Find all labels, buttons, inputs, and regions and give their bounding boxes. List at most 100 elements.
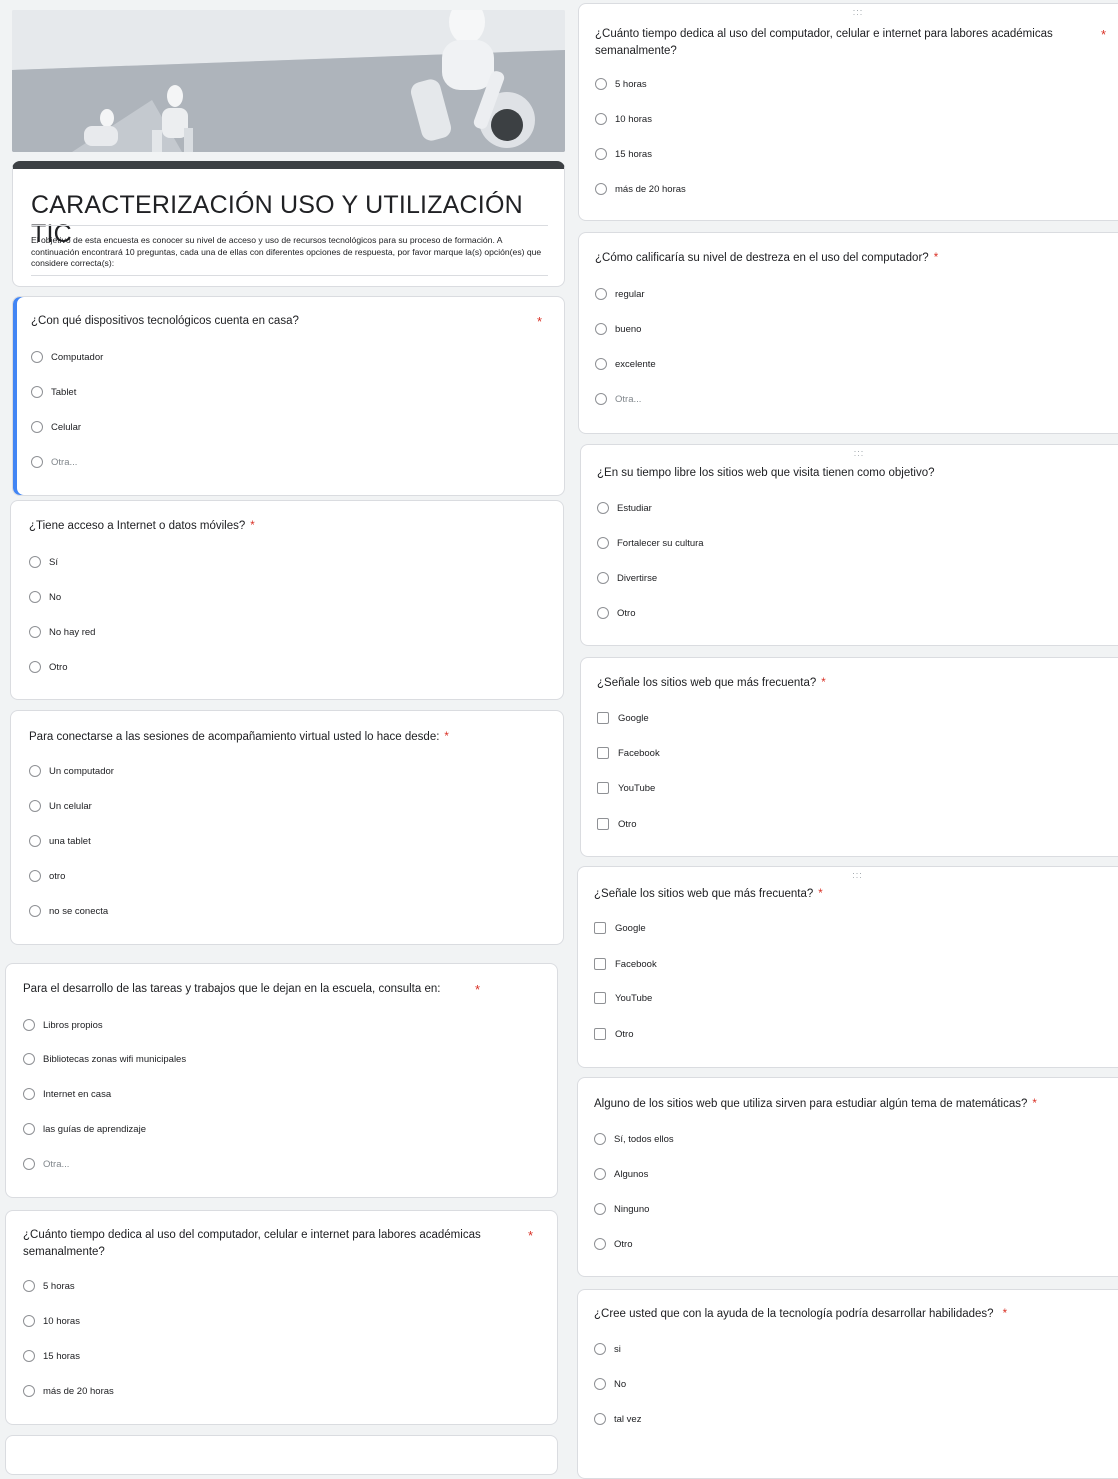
option-mas-20-horas[interactable]: más de 20 horas: [23, 1383, 114, 1399]
option-excelente[interactable]: excelente: [595, 356, 656, 372]
question-card-free-time[interactable]: ::: ¿En su tiempo libre los sitios web q…: [580, 444, 1118, 646]
radio-icon[interactable]: [595, 323, 607, 335]
radio-icon[interactable]: [595, 78, 607, 90]
option-15-horas[interactable]: 15 horas: [23, 1348, 80, 1364]
checkbox-icon[interactable]: [597, 818, 609, 830]
radio-icon[interactable]: [23, 1158, 35, 1170]
option-mas-20-horas[interactable]: más de 20 horas: [595, 181, 686, 197]
radio-icon[interactable]: [23, 1053, 35, 1065]
option-algunos[interactable]: Algunos: [594, 1166, 648, 1182]
radio-icon[interactable]: [594, 1203, 606, 1215]
option-otro[interactable]: Otro: [597, 605, 635, 621]
radio-icon[interactable]: [23, 1019, 35, 1031]
radio-icon[interactable]: [31, 386, 43, 398]
checkbox-google[interactable]: Google: [597, 710, 649, 726]
radio-icon[interactable]: [597, 502, 609, 514]
option-otra[interactable]: Otra...: [31, 454, 77, 470]
option-10-horas[interactable]: 10 horas: [595, 111, 652, 127]
radio-icon[interactable]: [595, 393, 607, 405]
question-card-devices[interactable]: ¿Con qué dispositivos tecnológicos cuent…: [12, 296, 565, 496]
checkbox-google[interactable]: Google: [594, 920, 646, 936]
question-card-websites-1[interactable]: ¿Señale los sitios web que más frecuenta…: [580, 657, 1118, 857]
option-5-horas[interactable]: 5 horas: [23, 1278, 75, 1294]
checkbox-otro[interactable]: Otro: [594, 1026, 633, 1042]
checkbox-icon[interactable]: [594, 922, 606, 934]
option-otro[interactable]: Otro: [29, 659, 67, 675]
radio-icon[interactable]: [594, 1168, 606, 1180]
radio-icon[interactable]: [23, 1123, 35, 1135]
radio-icon[interactable]: [29, 661, 41, 673]
radio-icon[interactable]: [595, 148, 607, 160]
question-card-skill[interactable]: ¿Cómo calificaría su nivel de destreza e…: [578, 232, 1118, 434]
option-otra[interactable]: Otra...: [595, 391, 641, 407]
checkbox-icon[interactable]: [594, 1028, 606, 1040]
radio-icon[interactable]: [594, 1238, 606, 1250]
option-divertirse[interactable]: Divertirse: [597, 570, 657, 586]
checkbox-facebook[interactable]: Facebook: [594, 956, 657, 972]
radio-icon[interactable]: [29, 835, 41, 847]
radio-icon[interactable]: [29, 626, 41, 638]
option-celular[interactable]: Celular: [31, 419, 81, 435]
radio-icon[interactable]: [595, 288, 607, 300]
question-card-next-partial[interactable]: [5, 1435, 558, 1475]
option-fortalecer-cultura[interactable]: Fortalecer su cultura: [597, 535, 704, 551]
radio-icon[interactable]: [31, 351, 43, 363]
checkbox-icon[interactable]: [597, 782, 609, 794]
radio-icon[interactable]: [31, 421, 43, 433]
radio-icon[interactable]: [594, 1343, 606, 1355]
option-no[interactable]: No: [29, 589, 61, 605]
radio-icon[interactable]: [23, 1315, 35, 1327]
checkbox-youtube[interactable]: YouTube: [594, 990, 652, 1006]
question-card-time-right[interactable]: ::: ¿Cuánto tiempo dedica al uso del com…: [578, 3, 1118, 221]
question-card-internet[interactable]: ¿Tiene acceso a Internet o datos móviles…: [10, 500, 564, 700]
option-5-horas[interactable]: 5 horas: [595, 76, 647, 92]
checkbox-otro[interactable]: Otro: [597, 816, 636, 832]
option-tal-vez[interactable]: tal vez: [594, 1411, 641, 1427]
question-card-homework[interactable]: Para el desarrollo de las tareas y traba…: [5, 963, 558, 1198]
radio-icon[interactable]: [23, 1385, 35, 1397]
option-regular[interactable]: regular: [595, 286, 645, 302]
option-no[interactable]: No: [594, 1376, 626, 1392]
radio-icon[interactable]: [29, 591, 41, 603]
option-computador[interactable]: Computador: [31, 349, 103, 365]
checkbox-icon[interactable]: [597, 712, 609, 724]
option-ninguno[interactable]: Ninguno: [594, 1201, 649, 1217]
option-10-horas[interactable]: 10 horas: [23, 1313, 80, 1329]
checkbox-icon[interactable]: [594, 958, 606, 970]
option-guias-aprendizaje[interactable]: las guías de aprendizaje: [23, 1121, 146, 1137]
option-libros-propios[interactable]: Libros propios: [23, 1017, 103, 1033]
radio-icon[interactable]: [595, 113, 607, 125]
option-no-se-conecta[interactable]: no se conecta: [29, 903, 108, 919]
option-una-tablet[interactable]: una tablet: [29, 833, 91, 849]
option-otra[interactable]: Otra...: [23, 1156, 69, 1172]
question-card-connection[interactable]: Para conectarse a las sesiones de acompa…: [10, 710, 564, 945]
radio-icon[interactable]: [23, 1280, 35, 1292]
drag-handle-icon[interactable]: :::: [578, 871, 1118, 880]
option-15-horas[interactable]: 15 horas: [595, 146, 652, 162]
checkbox-icon[interactable]: [597, 747, 609, 759]
radio-icon[interactable]: [594, 1378, 606, 1390]
option-si[interactable]: Sí: [29, 554, 58, 570]
radio-icon[interactable]: [23, 1088, 35, 1100]
question-card-math[interactable]: Alguno de los sitios web que utiliza sir…: [577, 1077, 1118, 1277]
option-bueno[interactable]: bueno: [595, 321, 641, 337]
option-un-celular[interactable]: Un celular: [29, 798, 92, 814]
question-card-websites-2[interactable]: ::: ¿Señale los sitios web que más frecu…: [577, 866, 1118, 1068]
radio-icon[interactable]: [597, 607, 609, 619]
question-card-skills-tech[interactable]: ¿Cree usted que con la ayuda de la tecno…: [577, 1289, 1118, 1479]
radio-icon[interactable]: [31, 456, 43, 468]
radio-icon[interactable]: [23, 1350, 35, 1362]
option-estudiar[interactable]: Estudiar: [597, 500, 652, 516]
radio-icon[interactable]: [594, 1413, 606, 1425]
option-si[interactable]: si: [594, 1341, 621, 1357]
checkbox-youtube[interactable]: YouTube: [597, 780, 655, 796]
option-otro[interactable]: otro: [29, 868, 65, 884]
radio-icon[interactable]: [29, 556, 41, 568]
option-tablet[interactable]: Tablet: [31, 384, 76, 400]
drag-handle-icon[interactable]: :::: [581, 449, 1118, 458]
question-card-time-left[interactable]: ¿Cuánto tiempo dedica al uso del computa…: [5, 1210, 558, 1425]
option-bibliotecas[interactable]: Bibliotecas zonas wifi municipales: [23, 1051, 186, 1067]
option-un-computador[interactable]: Un computador: [29, 763, 114, 779]
option-si-todos[interactable]: Sí, todos ellos: [594, 1131, 674, 1147]
radio-icon[interactable]: [29, 800, 41, 812]
